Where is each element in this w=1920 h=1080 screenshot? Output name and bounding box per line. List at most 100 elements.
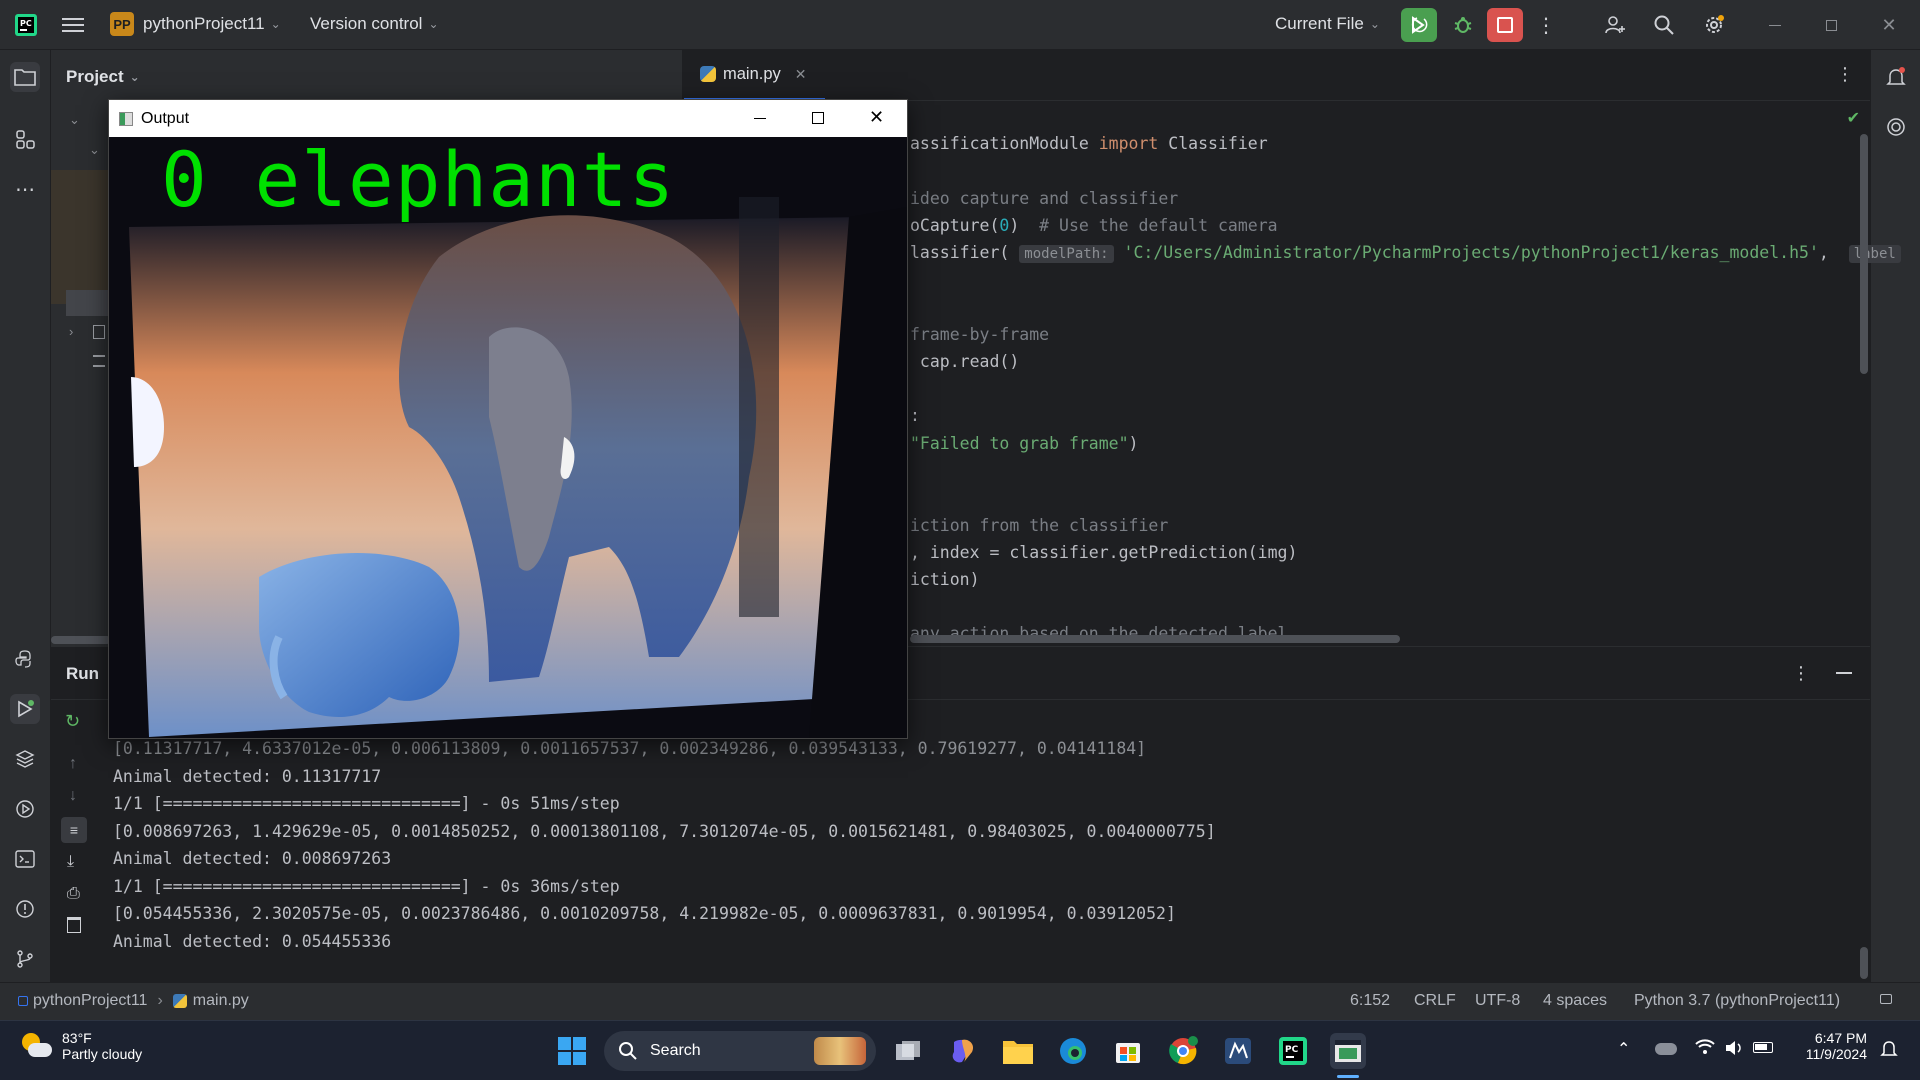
microsoft-store-icon[interactable] xyxy=(1110,1033,1146,1069)
close-window-icon[interactable]: ✕ xyxy=(1874,10,1904,40)
scroll-to-end-icon[interactable]: ⤓ xyxy=(67,853,74,871)
minimize-window-icon[interactable] xyxy=(1760,10,1790,40)
console-line[interactable]: Animal detected: 0.008697263 xyxy=(113,849,391,868)
structure-icon[interactable] xyxy=(10,124,40,154)
services-icon[interactable] xyxy=(10,794,40,824)
inspection-ok-icon[interactable]: ✔ xyxy=(1847,108,1860,128)
editor-vertical-scrollbar[interactable] xyxy=(1860,134,1868,374)
python-console-icon[interactable] xyxy=(10,644,40,674)
code-line[interactable]: : xyxy=(910,406,920,425)
more-tools-icon[interactable]: ⋯ xyxy=(10,174,40,204)
code-line[interactable]: oCapture(0) # Use the default camera xyxy=(910,216,1278,235)
tab-main-py[interactable]: main.py ✕ xyxy=(684,50,825,101)
readonly-lock-icon[interactable] xyxy=(1880,994,1892,1004)
code-line[interactable]: lassifier( modelPath: 'C:/Users/Administ… xyxy=(910,243,1901,263)
code-line[interactable]: cap.read() xyxy=(910,352,1019,371)
rerun-button[interactable] xyxy=(1401,8,1437,42)
editor-tabs-menu-icon[interactable]: ⋮ xyxy=(1836,64,1854,85)
main-menu-icon[interactable] xyxy=(60,12,86,38)
restore-window-icon[interactable] xyxy=(1816,10,1846,40)
console-line[interactable]: 1/1 [==============================] - 0… xyxy=(113,877,620,896)
code-line[interactable]: ideo capture and classifier xyxy=(910,189,1178,208)
pycharm-logo-icon[interactable]: PC xyxy=(14,13,38,37)
pycharm-taskbar-icon[interactable]: PC xyxy=(1275,1033,1311,1069)
run-tool-icon[interactable] xyxy=(10,694,40,724)
edge-browser-icon[interactable] xyxy=(1055,1033,1091,1069)
settings-gear-icon[interactable] xyxy=(1699,10,1729,40)
git-branch-icon[interactable] xyxy=(10,944,40,974)
console-line[interactable]: 1/1 [==============================] - 0… xyxy=(113,794,620,813)
console-line[interactable]: [0.11317717, 4.6337012e-05, 0.006113809,… xyxy=(113,739,1146,758)
file-explorer-icon[interactable] xyxy=(1000,1033,1036,1069)
code-line[interactable]: iction from the classifier xyxy=(910,516,1168,535)
tree-collapse-icon[interactable]: › xyxy=(69,324,73,339)
file-encoding[interactable]: UTF-8 xyxy=(1475,992,1520,1010)
onedrive-cloud-icon[interactable] xyxy=(1655,1043,1677,1055)
notification-center-icon[interactable] xyxy=(1880,1039,1898,1064)
python-interpreter[interactable]: Python 3.7 (pythonProject11) xyxy=(1634,992,1840,1010)
rerun-icon[interactable]: ↻ xyxy=(65,711,80,732)
ai-assistant-icon[interactable] xyxy=(1881,112,1911,142)
editor-horizontal-scrollbar[interactable] xyxy=(910,635,1400,643)
run-panel-hide-icon[interactable] xyxy=(1836,672,1852,674)
version-control-menu[interactable]: Version control ⌄ xyxy=(310,14,439,34)
debug-bug-icon[interactable] xyxy=(1448,10,1478,40)
print-icon[interactable]: ⎙ xyxy=(67,885,80,903)
project-panel-header[interactable]: Project ⌄ xyxy=(66,67,140,87)
run-panel-options-icon[interactable]: ⋮ xyxy=(1792,663,1810,684)
close-tab-icon[interactable]: ✕ xyxy=(795,66,807,83)
taskbar-search-box[interactable]: Search xyxy=(604,1031,876,1071)
wifi-icon[interactable] xyxy=(1694,1037,1716,1060)
code-line[interactable]: assificationModule import Classifier xyxy=(910,134,1268,153)
project-switcher[interactable]: PP pythonProject11 ⌄ xyxy=(110,12,281,36)
chrome-browser-icon[interactable] xyxy=(1165,1033,1201,1069)
weather-widget[interactable]: 83°F Partly cloudy xyxy=(20,1030,142,1062)
volume-icon[interactable] xyxy=(1724,1039,1744,1062)
line-separator[interactable]: CRLF xyxy=(1414,992,1456,1010)
console-line[interactable]: Animal detected: 0.11317717 xyxy=(113,767,381,786)
indent-setting[interactable]: 4 spaces xyxy=(1543,992,1607,1010)
python-packages-icon[interactable] xyxy=(10,744,40,774)
console-vertical-scrollbar[interactable] xyxy=(1860,947,1868,979)
windows-start-icon[interactable] xyxy=(554,1033,590,1069)
clock[interactable]: 6:47 PM 11/9/2024 xyxy=(1795,1030,1867,1062)
output-window[interactable]: Output ✕ 0 elephants xyxy=(108,99,908,739)
project-folder-icon[interactable] xyxy=(10,62,40,92)
tree-expand-icon[interactable]: ⌄ xyxy=(89,142,100,158)
breadcrumb-project[interactable]: pythonProject11 xyxy=(33,992,147,1010)
battery-icon[interactable] xyxy=(1753,1042,1773,1053)
scroll-down-icon[interactable]: ↓ xyxy=(69,787,77,805)
output-close-icon[interactable]: ✕ xyxy=(869,107,884,128)
notifications-bell-icon[interactable] xyxy=(1881,62,1911,92)
console-line[interactable]: Animal detected: 0.054455336 xyxy=(113,932,391,951)
console-line[interactable]: [0.054455336, 2.3020575e-05, 0.002378648… xyxy=(113,904,1176,923)
code-line[interactable]: iction) xyxy=(910,570,980,589)
more-actions-icon[interactable]: ⋮ xyxy=(1535,10,1557,40)
project-horizontal-scrollbar[interactable] xyxy=(51,636,111,644)
console-line[interactable]: [0.008697263, 1.429629e-05, 0.0014850252… xyxy=(113,822,1216,841)
terminal-icon[interactable] xyxy=(10,844,40,874)
caret-position[interactable]: 6:152 xyxy=(1350,992,1390,1010)
clear-all-trash-icon[interactable] xyxy=(67,917,81,933)
task-view-icon[interactable] xyxy=(890,1033,926,1069)
scroll-up-icon[interactable]: ↑ xyxy=(69,755,77,773)
stop-button[interactable] xyxy=(1487,8,1523,42)
code-line[interactable]: "Failed to grab frame") xyxy=(910,434,1138,453)
output-minimize-icon[interactable] xyxy=(754,118,766,119)
sketch-app-icon[interactable] xyxy=(1220,1033,1256,1069)
show-hidden-icons-icon[interactable]: ⌃ xyxy=(1617,1039,1630,1059)
output-window-titlebar[interactable]: Output ✕ xyxy=(109,100,907,137)
opencv-window-taskbar-icon[interactable] xyxy=(1330,1033,1366,1069)
search-icon[interactable] xyxy=(1649,10,1679,40)
run-config-selector[interactable]: Current File ⌄ xyxy=(1275,14,1380,34)
add-user-icon[interactable] xyxy=(1600,10,1630,40)
chevron-down-icon: ⌄ xyxy=(129,70,140,84)
code-line[interactable]: frame-by-frame xyxy=(910,325,1049,344)
problems-icon[interactable] xyxy=(10,894,40,924)
output-maximize-icon[interactable] xyxy=(812,112,824,124)
code-line[interactable]: , index = classifier.getPrediction(img) xyxy=(910,543,1297,562)
copilot-icon[interactable] xyxy=(945,1033,981,1069)
breadcrumb-file[interactable]: main.py xyxy=(193,992,249,1010)
soft-wrap-icon[interactable]: ≡ xyxy=(61,817,87,843)
tree-expand-icon[interactable]: ⌄ xyxy=(69,112,80,128)
